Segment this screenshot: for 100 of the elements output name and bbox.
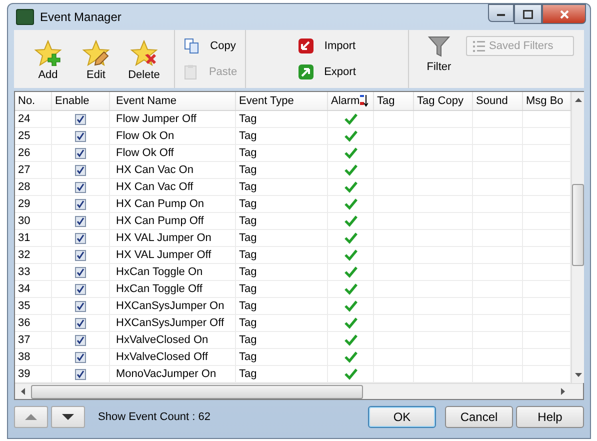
pencil-star-icon [82, 40, 110, 66]
import-button[interactable]: Import [296, 38, 358, 54]
app-icon [16, 9, 34, 25]
up-triangle-icon [25, 414, 37, 420]
number-cell: 39 [15, 366, 52, 382]
event-type-cell: Tag [236, 196, 328, 212]
event-name-cell: Flow Ok Off [110, 145, 236, 161]
copy-button[interactable]: Copy [182, 38, 238, 54]
event-type-cell: Tag [236, 145, 328, 161]
event-type-cell: Tag [236, 213, 328, 229]
event-type-cell: Tag [236, 349, 328, 365]
close-button[interactable] [542, 4, 586, 24]
number-cell: 38 [15, 349, 52, 365]
down-triangle-icon [62, 414, 74, 420]
column-header[interactable]: Alarm [328, 92, 374, 110]
number-cell: 25 [15, 128, 52, 144]
checkbox[interactable] [75, 352, 86, 362]
scroll-thumb[interactable] [572, 184, 584, 266]
column-header[interactable]: Tag Copy [414, 92, 473, 110]
event-name-cell: HXCanSysJumper Off [110, 315, 236, 331]
dialog-button[interactable]: Help [516, 406, 584, 428]
checkbox[interactable] [75, 148, 86, 158]
filter-button[interactable]: Filter [415, 30, 463, 88]
number-cell: 34 [15, 281, 52, 297]
list-icon [473, 40, 485, 52]
column-header[interactable]: Event Name [110, 92, 236, 110]
checkbox[interactable] [75, 284, 86, 294]
event-type-cell: Tag [236, 162, 328, 178]
event-type-cell: Tag [236, 128, 328, 144]
event-type-cell: Tag [236, 298, 328, 314]
column-header[interactable]: Enable [52, 92, 110, 110]
number-cell: 27 [15, 162, 52, 178]
number-cell: 24 [15, 111, 52, 127]
checkbox[interactable] [75, 300, 86, 312]
dialog-button[interactable]: OK [368, 406, 436, 428]
up-arrow-icon [574, 98, 582, 102]
move-down-button[interactable] [51, 406, 85, 428]
event-name-cell: HxValveClosed Off [110, 349, 236, 365]
number-cell: 30 [15, 213, 52, 229]
number-cell: 35 [15, 298, 52, 314]
number-cell: 37 [15, 332, 52, 348]
down-arrow-icon [574, 373, 582, 377]
sort-icon [360, 95, 368, 107]
maximize-icon [523, 10, 533, 18]
number-cell: 32 [15, 247, 52, 263]
minimize-icon [497, 14, 505, 16]
column-header[interactable]: Sound [473, 92, 523, 110]
maximize-button[interactable] [514, 4, 542, 24]
checkbox[interactable] [75, 182, 86, 192]
event-name-cell: HxValveClosed On [110, 332, 236, 348]
event-name-cell: HX VAL Jumper Off [110, 247, 236, 263]
checkbox[interactable] [75, 266, 86, 278]
export-icon [298, 64, 314, 80]
edit-button[interactable]: Edit [72, 36, 120, 82]
checkbox[interactable] [75, 216, 86, 226]
cross-star-icon [130, 40, 158, 66]
paste-icon [182, 64, 199, 80]
event-name-cell: HX Can Vac On [110, 162, 236, 178]
checkbox[interactable] [75, 198, 86, 210]
event-type-cell: Tag [236, 315, 328, 331]
event-type-cell: Tag [236, 366, 328, 382]
export-button[interactable]: Export [296, 64, 358, 80]
event-name-cell: HX Can Pump Off [110, 213, 236, 229]
event-type-cell: Tag [236, 332, 328, 348]
copy-icon [184, 38, 200, 54]
number-cell: 31 [15, 230, 52, 246]
number-cell: 33 [15, 264, 52, 280]
vertical-scrollbar[interactable] [571, 92, 584, 383]
checkbox[interactable] [75, 114, 86, 124]
event-name-cell: MonoVacJumper On [110, 366, 236, 382]
checkbox[interactable] [75, 232, 86, 244]
checkbox[interactable] [75, 164, 86, 176]
checkbox[interactable] [75, 318, 86, 328]
checkbox[interactable] [75, 368, 86, 380]
left-arrow-icon [21, 388, 25, 395]
minimize-button[interactable] [488, 4, 514, 22]
event-type-cell: Tag [236, 247, 328, 263]
event-name-cell: HXCanSysJumper On [110, 298, 236, 314]
column-header[interactable]: No. [15, 92, 52, 110]
event-type-cell: Tag [236, 264, 328, 280]
number-cell: 26 [15, 145, 52, 161]
column-header[interactable]: Tag [374, 92, 414, 110]
event-name-cell: Flow Jumper Off [110, 111, 236, 127]
checkbox[interactable] [75, 250, 86, 260]
add-button[interactable]: Add [24, 36, 72, 82]
dialog-button[interactable]: Cancel [445, 406, 513, 428]
right-arrow-icon [561, 388, 565, 395]
event-type-cell: Tag [236, 230, 328, 246]
horizontal-scrollbar[interactable] [15, 383, 583, 399]
column-header[interactable]: Event Type [236, 92, 328, 110]
event-type-cell: Tag [236, 179, 328, 195]
close-icon [560, 10, 568, 18]
event-count: Show Event Count : 62 [98, 411, 212, 423]
delete-button[interactable]: Delete [120, 36, 168, 82]
checkbox[interactable] [75, 334, 86, 346]
checkbox[interactable] [75, 130, 86, 142]
scroll-thumb[interactable] [31, 384, 363, 398]
funnel-icon [427, 34, 451, 58]
event-name-cell: HxCan Toggle Off [110, 281, 236, 297]
number-cell: 36 [15, 315, 52, 331]
